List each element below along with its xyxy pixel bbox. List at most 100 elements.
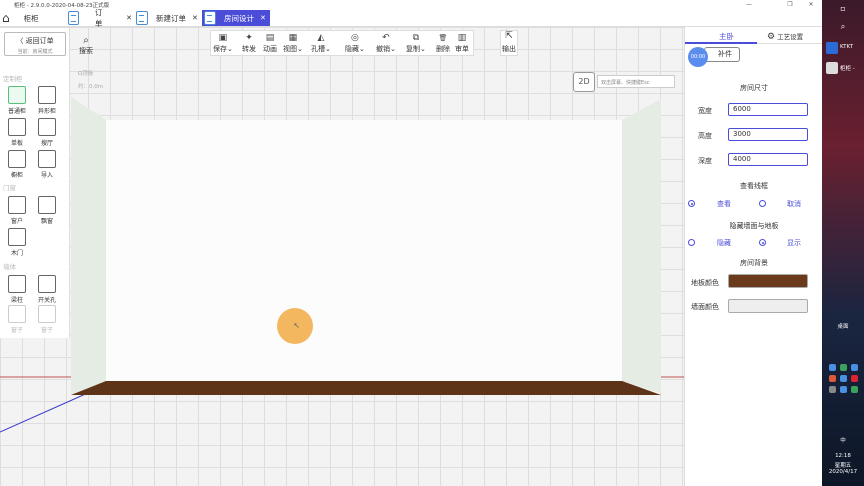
tab-craft-settings[interactable]: ⚙ 工艺设置 [767, 31, 803, 42]
info-hint: Ω顶板 约：0.0m [78, 71, 104, 90]
depth-input[interactable]: 4000 [728, 153, 808, 166]
hide-wall-heading: 隐藏墙面与地板 [729, 222, 779, 230]
floor [71, 381, 661, 395]
tray-icon[interactable] [851, 375, 858, 382]
cancel-frame-radio[interactable] [759, 200, 766, 207]
tray-icon[interactable] [851, 386, 858, 393]
section-doors-windows: 门窗 [3, 184, 16, 192]
tray-icon[interactable] [829, 364, 836, 371]
tray-icon[interactable] [829, 375, 836, 382]
back-sublabel: 当前：房间模式 [17, 49, 53, 55]
tool-window[interactable]: 窗户 [6, 196, 28, 225]
view-2d-button[interactable]: 2D [573, 72, 595, 92]
toolbar-hole-slot-button[interactable]: ◭ 孔槽⌄ [311, 33, 331, 54]
recording-timer: 00:00 [688, 47, 708, 67]
back-to-order-button[interactable]: 〈 返回订单 当前：房间模式 [4, 32, 66, 56]
search-icon[interactable]: ⌕ [826, 22, 860, 32]
wall-color-swatch[interactable] [728, 299, 808, 313]
toolbar-forward-button[interactable]: ✦ 转发 [242, 33, 256, 54]
switch-icon [38, 275, 56, 293]
tool-single-board[interactable]: 单板 [6, 118, 28, 147]
toolbar-view-button[interactable]: ▦ 视图⌄ [283, 33, 303, 54]
tool-switch-hole[interactable]: 开关孔 [36, 275, 58, 304]
tab-room-design[interactable]: 房间设计 ✕ [202, 10, 270, 26]
minimize-button[interactable]: — [740, 0, 758, 9]
ime-indicator[interactable]: 中 [826, 436, 860, 444]
cabinet-icon [204, 11, 216, 25]
desktop-label[interactable]: 桌面 [826, 322, 860, 330]
window-icon [38, 305, 56, 323]
tool-search-hall[interactable]: 搜厅 [36, 118, 58, 147]
height-label: 高度 [698, 132, 712, 140]
toolbar-hide-button[interactable]: ◎ 隐藏⌄ [345, 33, 365, 54]
undo-icon: ↶ [382, 33, 390, 43]
window-icon [38, 196, 56, 214]
tab-orders[interactable]: 订单 ✕ [68, 8, 132, 28]
app-icon[interactable] [826, 62, 838, 74]
close-window-button[interactable]: ✕ [802, 0, 820, 9]
animation-icon: ▤ [265, 33, 275, 43]
maximize-button[interactable]: ❐ [781, 0, 799, 9]
design-canvas[interactable] [0, 27, 684, 486]
tab-label: 房间设计 [224, 13, 254, 23]
export-icon: ⇱ [505, 31, 513, 41]
height-input[interactable]: 3000 [728, 128, 808, 141]
clock-time[interactable]: 12:18 [826, 453, 860, 459]
tool-standard-cabinet[interactable]: 普通柜 [6, 86, 28, 115]
toolbar-delete-button[interactable]: 🗑 删除 [436, 33, 450, 54]
view-frame-radio[interactable] [688, 200, 695, 207]
close-icon[interactable]: ✕ [260, 14, 266, 22]
restore-icon[interactable]: ▫ [826, 4, 860, 13]
tray-icon[interactable] [829, 386, 836, 393]
active-tab-indicator [685, 42, 757, 44]
floor-color-swatch[interactable] [728, 274, 808, 288]
tool-window-disabled-2: 窗子 [36, 305, 58, 334]
tab-main-bedroom[interactable]: 主卧 [719, 31, 734, 42]
output-button[interactable]: ⇱ 输出 [500, 30, 518, 56]
section-custom-cabinet: 定制柜 [3, 75, 23, 83]
app-icon[interactable] [826, 42, 838, 54]
tray-icon[interactable] [840, 364, 847, 371]
window-icon [8, 305, 26, 323]
room-3d-view[interactable] [0, 27, 684, 486]
tray-icon[interactable] [851, 364, 858, 371]
forward-icon: ✦ [245, 33, 253, 43]
close-icon[interactable]: ✕ [192, 14, 198, 22]
home-icon: ⌂ [2, 11, 10, 25]
tab-new-order[interactable]: 新建订单 ✕ [136, 10, 202, 26]
tool-kitchen-cabinet[interactable]: 橱柜 [6, 150, 28, 179]
toolbar-undo-button[interactable]: ↶ 撤销⌄ [376, 33, 396, 54]
toolbar-review-button[interactable]: ▥ 审单 [455, 33, 469, 54]
tray-icon[interactable] [840, 375, 847, 382]
show-wall-radio[interactable] [759, 239, 766, 246]
view-icon: ▦ [288, 33, 298, 43]
hide-wall-radio[interactable] [688, 239, 695, 246]
close-icon[interactable]: ✕ [126, 14, 132, 22]
toolbar-copy-button[interactable]: ⧉ 复制⌄ [406, 33, 426, 54]
eye-icon: ◎ [351, 33, 359, 43]
tool-beam-column[interactable]: 梁柱 [6, 275, 28, 304]
board-icon [8, 118, 26, 136]
tool-wood-door[interactable]: 木门 [6, 228, 28, 257]
toolbar-save-button[interactable]: ▣ 保存⌄ [213, 33, 233, 54]
cabinet-icon [38, 86, 56, 104]
tab-home[interactable]: ⌂ 柜柜 [2, 10, 39, 26]
left-wall [71, 97, 106, 395]
tool-bay-window[interactable]: 飘窗 [36, 196, 58, 225]
right-property-panel: 主卧 ⚙ 工艺设置 补件 00:00 房间尺寸 宽度 6000 高度 3000 深… [684, 27, 823, 486]
column-icon [8, 275, 26, 293]
width-input[interactable]: 6000 [728, 103, 808, 116]
tool-import[interactable]: 导入 [36, 150, 58, 179]
z-axis-line [0, 391, 91, 433]
toolbar-animation-button[interactable]: ▤ 动画 [263, 33, 277, 54]
search-button[interactable]: ⌕ 搜索 [79, 35, 93, 56]
window-icon [8, 196, 26, 214]
patch-button[interactable]: 补件 [704, 47, 740, 62]
cabinet-icon [8, 86, 26, 104]
taskbar-app-guigui[interactable]: 柜柜 - [840, 64, 862, 72]
tool-shaped-cabinet[interactable]: 异形柜 [36, 86, 58, 115]
taskbar-app-ktkt[interactable]: KTKT [840, 44, 862, 50]
width-label: 宽度 [698, 107, 712, 115]
wall-color-label: 墙面颜色 [691, 303, 719, 311]
tray-icon[interactable] [840, 386, 847, 393]
